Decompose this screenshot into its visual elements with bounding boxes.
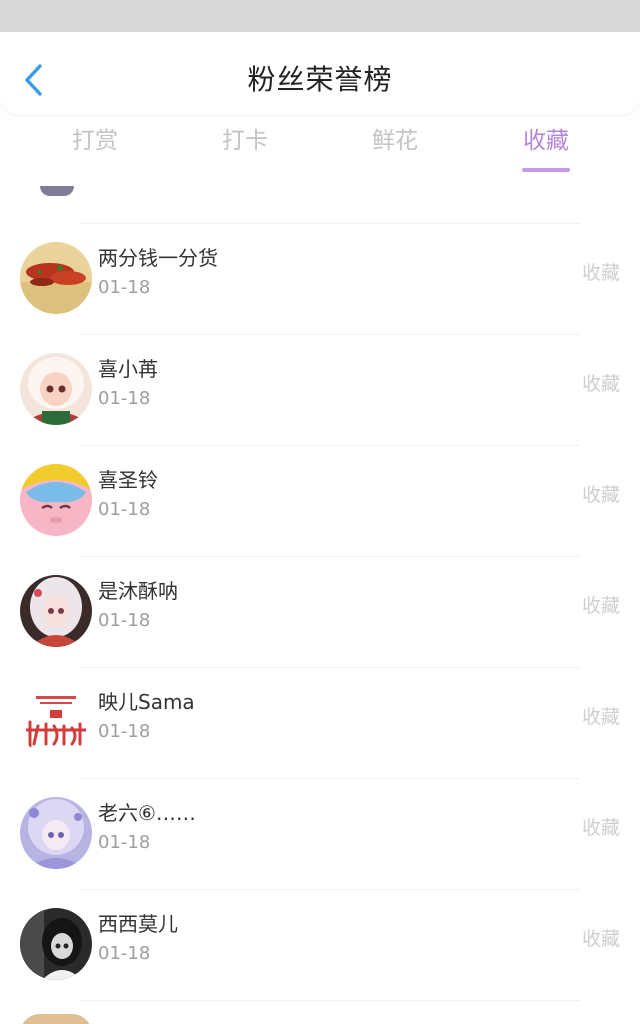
date: 01-18 xyxy=(98,277,151,298)
date: 01-18 xyxy=(98,388,151,409)
status-bar xyxy=(0,0,640,32)
tab-checkin[interactable]: 打卡 xyxy=(185,124,305,158)
date: 01-18 xyxy=(98,721,151,742)
avatar xyxy=(40,186,74,196)
divider xyxy=(80,667,580,668)
tab-reward[interactable]: 打赏 xyxy=(35,124,155,158)
list-item[interactable]: 老六⑥…… 01-18 收藏 xyxy=(0,778,640,889)
action-label: 收藏 xyxy=(581,373,620,395)
action-label: 收藏 xyxy=(581,595,620,617)
username: 喜小苒 xyxy=(98,357,158,381)
divider xyxy=(80,889,580,890)
avatar[interactable] xyxy=(20,575,92,647)
header: 粉丝荣誉榜 xyxy=(0,32,640,114)
page-title: 粉丝荣誉榜 xyxy=(247,63,393,96)
date: 01-18 xyxy=(98,499,151,520)
action-label: 收藏 xyxy=(581,817,620,839)
username: 两分钱一分货 xyxy=(98,246,218,270)
date: 01-18 xyxy=(98,610,151,631)
avatar xyxy=(20,1014,92,1024)
list-item[interactable]: 喜小苒 01-18 收藏 xyxy=(0,334,640,445)
list-item[interactable]: 是沐酥呐 01-18 收藏 xyxy=(0,556,640,667)
avatar[interactable] xyxy=(20,908,92,980)
fan-list[interactable]: 两分钱一分货 01-18 收藏 喜小苒 01-18 收藏 喜圣铃 01-18 收… xyxy=(0,176,640,1024)
action-label: 收藏 xyxy=(581,262,620,284)
avatar[interactable] xyxy=(20,686,92,758)
list-item[interactable]: 两分钱一分货 01-18 收藏 xyxy=(0,223,640,334)
divider xyxy=(80,334,580,335)
date: 01-18 xyxy=(98,943,151,964)
action-label: 收藏 xyxy=(581,928,620,950)
avatar[interactable] xyxy=(20,353,92,425)
username: 西西莫儿 xyxy=(98,912,178,936)
action-label: 收藏 xyxy=(581,484,620,506)
list-item[interactable]: 映儿Sama 01-18 收藏 xyxy=(0,667,640,778)
divider xyxy=(80,223,580,224)
list-item[interactable]: 喜圣铃 01-18 收藏 xyxy=(0,445,640,556)
username: 是沐酥呐 xyxy=(98,579,178,603)
action-label: 收藏 xyxy=(581,706,620,728)
avatar[interactable] xyxy=(20,797,92,869)
divider xyxy=(80,778,580,779)
divider xyxy=(80,445,580,446)
tab-bar: 打赏 打卡 鲜花 收藏 xyxy=(0,114,640,176)
avatar[interactable] xyxy=(20,464,92,536)
username: 喜圣铃 xyxy=(98,468,158,492)
username: 映儿Sama xyxy=(98,690,195,714)
date: 01-18 xyxy=(98,832,151,853)
list-item[interactable]: 西西莫儿 01-18 收藏 xyxy=(0,889,640,1000)
username: 老六⑥…… xyxy=(98,801,196,825)
tab-flowers[interactable]: 鲜花 xyxy=(335,124,455,158)
avatar[interactable] xyxy=(20,242,92,314)
divider xyxy=(80,556,580,557)
divider xyxy=(80,1000,580,1001)
active-tab-indicator xyxy=(522,168,570,172)
tab-favorites[interactable]: 收藏 xyxy=(486,124,606,158)
